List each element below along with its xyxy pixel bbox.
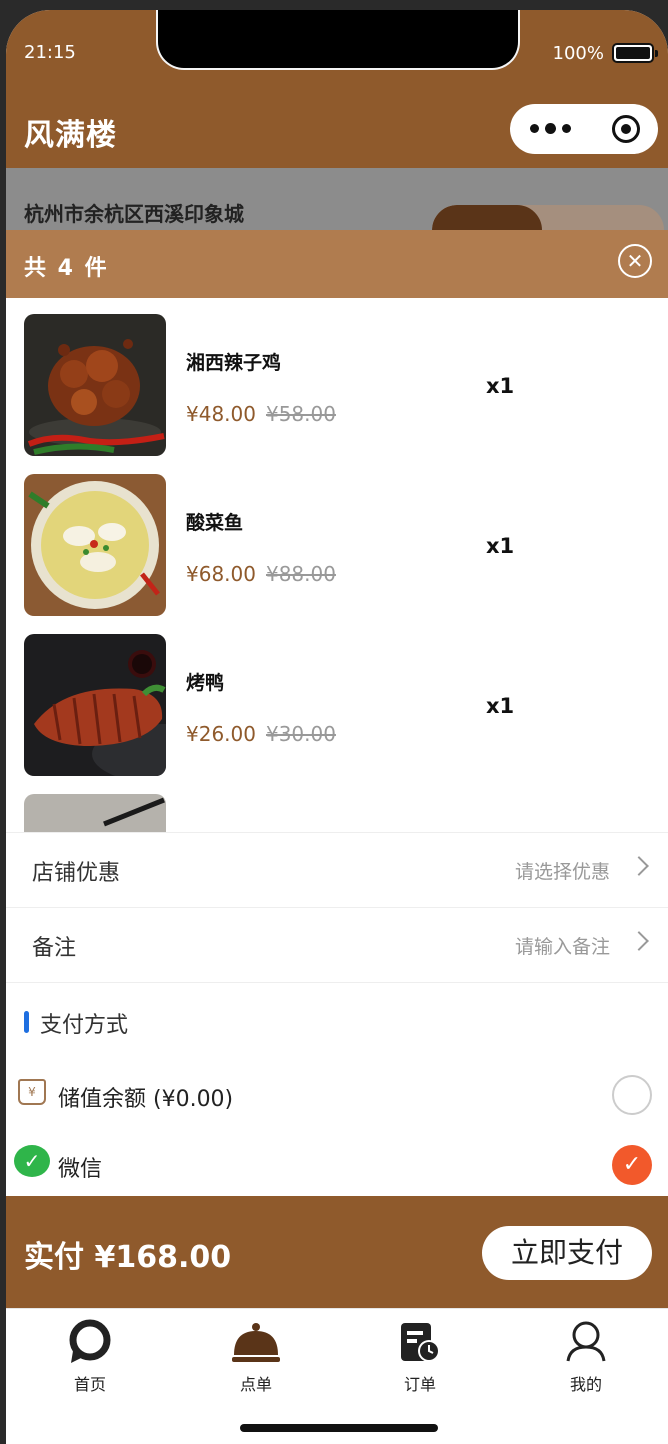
store-discount-row[interactable]: 店铺优惠 请选择优惠 (6, 832, 668, 906)
notch (158, 10, 518, 68)
tab-order-food[interactable]: 点单 (196, 1319, 316, 1395)
battery-percent: 100% (552, 43, 604, 64)
tab-mine[interactable]: 我的 (526, 1319, 646, 1395)
tab-label: 首页 (73, 1375, 106, 1394)
dish-image-pickled-fish (24, 474, 166, 616)
dish-image-spicy-chicken (24, 314, 166, 456)
tab-label: 点单 (239, 1375, 272, 1394)
payment-option-label: 储值余额 (¥0.00) (58, 1087, 234, 1112)
cart-item (6, 778, 668, 832)
price-row: ¥26.00 ¥30.00 (186, 722, 336, 746)
tab-label: 我的 (569, 1375, 602, 1394)
item-price: ¥68.00 (186, 562, 256, 586)
tab-home[interactable]: 首页 (30, 1319, 150, 1395)
remark-row[interactable]: 备注 请输入备注 (6, 907, 668, 981)
item-qty: x1 (486, 374, 515, 398)
user-icon (561, 1319, 611, 1365)
item-name: 酸菜鱼 (186, 512, 244, 534)
item-qty: x1 (486, 534, 515, 558)
cloche-icon (231, 1319, 281, 1365)
cart-count: 共 4 件 (24, 256, 109, 281)
tab-label: 订单 (403, 1375, 436, 1394)
home-icon (65, 1319, 115, 1365)
radio-checked-icon[interactable]: ✓ (612, 1145, 652, 1185)
total-amount: 实付 ¥168.00 (24, 1240, 232, 1275)
item-original-price: ¥88.00 (265, 562, 336, 586)
mini-program-capsule[interactable] (510, 104, 658, 154)
payment-title: 支付方式 (40, 1013, 129, 1038)
order-clock-icon (395, 1319, 445, 1365)
remark-placeholder[interactable]: 请输入备注 (515, 932, 610, 959)
battery-icon (612, 43, 658, 63)
payment-section: 支付方式 ¥ 储值余额 (¥0.00) ✓ 微信 ✓ (6, 982, 668, 1196)
cart-item-list[interactable]: 湘西辣子鸡 ¥48.00 ¥58.00 x1 酸菜鱼 ¥68.00 ¥88.00… (6, 298, 668, 832)
item-qty: x1 (486, 694, 515, 718)
page-title: 风满楼 (24, 118, 117, 153)
item-original-price: ¥58.00 (265, 402, 336, 426)
tab-orders[interactable]: 订单 (360, 1319, 480, 1395)
dish-image-roast-duck (24, 634, 166, 776)
close-icon[interactable]: ✕ (618, 244, 652, 278)
item-original-price: ¥30.00 (265, 722, 336, 746)
wechat-icon: ✓ (14, 1145, 50, 1177)
item-price: ¥26.00 (186, 722, 256, 746)
section-marker (24, 1011, 29, 1033)
status-time: 21:15 (24, 42, 76, 63)
payment-option-balance[interactable]: ¥ 储值余额 (¥0.00) (6, 1065, 668, 1125)
pay-now-button[interactable]: 立即支付 (482, 1226, 652, 1280)
cart-item: 湘西辣子鸡 ¥48.00 ¥58.00 x1 (6, 298, 668, 458)
more-dots-icon[interactable] (530, 123, 571, 134)
item-price: ¥48.00 (186, 402, 256, 426)
item-name: 湘西辣子鸡 (186, 352, 282, 374)
payment-option-label: 微信 (58, 1157, 103, 1182)
target-icon[interactable] (612, 115, 640, 143)
phone-screen: 21:15 100% 风满楼 杭州市余杭区西溪印象城 共 4 件 ✕ 湘西辣子鸡… (6, 10, 668, 1444)
home-indicator (240, 1424, 438, 1432)
chevron-right-icon (629, 931, 649, 951)
item-name: 烤鸭 (186, 672, 225, 694)
dish-image-partial (24, 794, 166, 832)
payment-option-wechat[interactable]: ✓ 微信 ✓ (6, 1135, 668, 1195)
remark-label: 备注 (32, 936, 77, 961)
wallet-icon: ¥ (18, 1079, 46, 1105)
cart-item: 烤鸭 ¥26.00 ¥30.00 x1 (6, 618, 668, 778)
store-address: 杭州市余杭区西溪印象城 (24, 202, 244, 226)
discount-label: 店铺优惠 (32, 861, 121, 886)
radio-unchecked[interactable] (612, 1075, 652, 1115)
chevron-right-icon (629, 856, 649, 876)
cart-item: 酸菜鱼 ¥68.00 ¥88.00 x1 (6, 458, 668, 618)
price-row: ¥48.00 ¥58.00 (186, 402, 336, 426)
discount-placeholder[interactable]: 请选择优惠 (515, 857, 610, 884)
price-row: ¥68.00 ¥88.00 (186, 562, 336, 586)
